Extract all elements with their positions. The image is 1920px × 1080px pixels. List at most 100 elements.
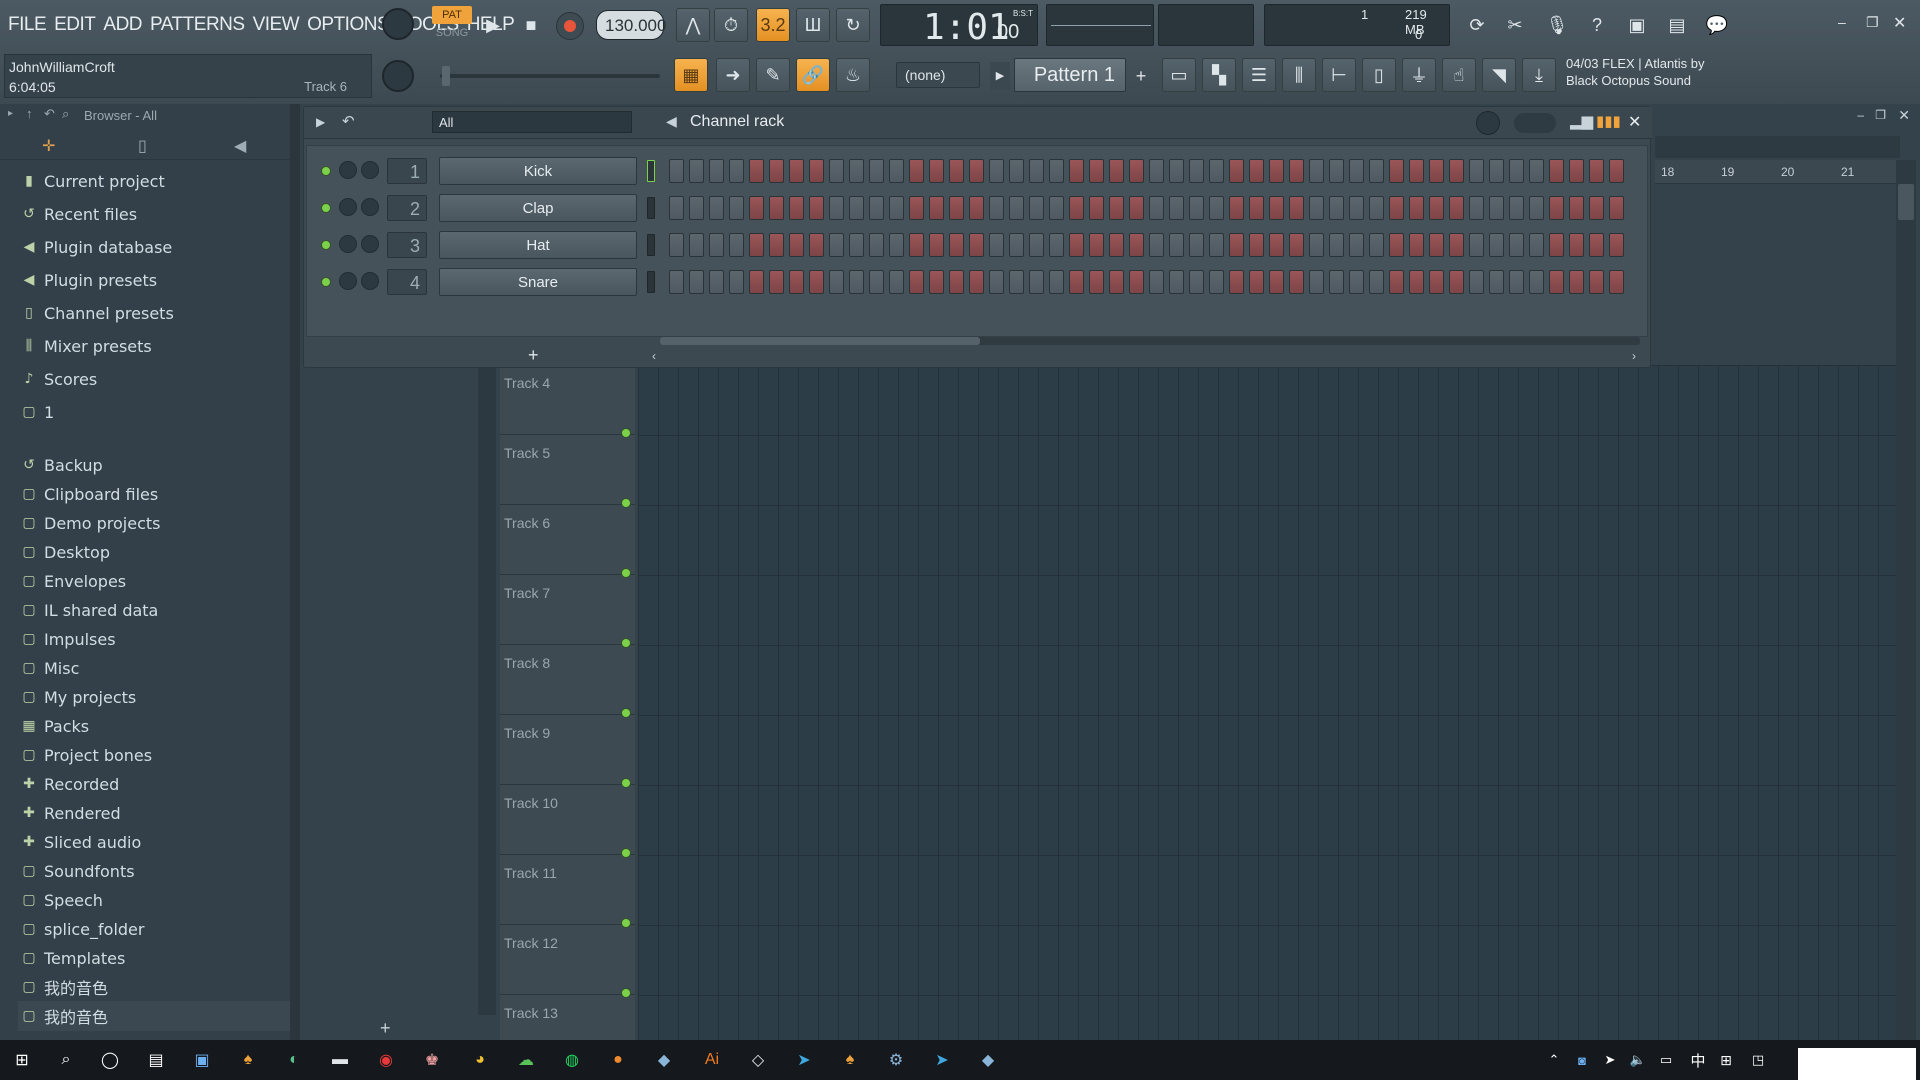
browser-item[interactable]: ▢ Desktop <box>18 537 290 567</box>
metronome-button[interactable]: ⋀ <box>676 8 710 42</box>
wechat-icon[interactable]: ☁ <box>514 1048 538 1072</box>
volume-icon[interactable]: 🔈 <box>1626 1048 1650 1072</box>
plugin-picker-button[interactable]: ⏚ <box>1402 58 1436 92</box>
step-button[interactable] <box>1309 233 1324 257</box>
step-button[interactable] <box>1489 233 1504 257</box>
step-button[interactable] <box>1189 159 1204 183</box>
step-button[interactable] <box>1549 233 1564 257</box>
menu-view[interactable]: VIEW <box>249 14 304 36</box>
step-button[interactable] <box>1549 159 1564 183</box>
playlist-divider[interactable] <box>478 365 496 1015</box>
playlist-track-header[interactable]: Track 9 <box>500 708 635 785</box>
step-button[interactable] <box>1309 270 1324 294</box>
menu-add[interactable]: ADD <box>99 14 146 36</box>
wait-input-button[interactable]: ⏱ <box>714 8 748 42</box>
news-panel[interactable]: 04/03 FLEX | Atlantis by Black Octopus S… <box>1566 56 1772 96</box>
step-button[interactable] <box>1089 159 1104 183</box>
minimize-icon[interactable]: – <box>1838 14 1846 30</box>
channel-pan-knob[interactable] <box>339 161 357 179</box>
browser-item[interactable]: ✚ Recorded <box>18 769 290 799</box>
step-button[interactable] <box>1289 196 1304 220</box>
step-button[interactable] <box>1129 196 1144 220</box>
step-button[interactable] <box>1229 196 1244 220</box>
task-view-icon[interactable]: ▤ <box>144 1048 168 1072</box>
step-button[interactable] <box>1549 196 1564 220</box>
step-button[interactable] <box>929 270 944 294</box>
channel-mixer-track[interactable]: 3 <box>387 232 427 258</box>
step-button[interactable] <box>1149 196 1164 220</box>
channel-pan-knob[interactable] <box>339 272 357 290</box>
step-button[interactable] <box>989 270 1004 294</box>
step-button[interactable] <box>1369 196 1384 220</box>
step-button[interactable] <box>969 159 984 183</box>
browser-item[interactable]: ▢ 1 <box>18 397 290 427</box>
step-button[interactable] <box>1169 159 1184 183</box>
browser-item[interactable]: ▢ Project bones <box>18 740 290 770</box>
step-button[interactable] <box>1269 196 1284 220</box>
channel-name-button[interactable]: Kick <box>439 157 637 185</box>
step-button[interactable] <box>1209 159 1224 183</box>
step-button[interactable] <box>1609 159 1624 183</box>
step-button[interactable] <box>669 233 684 257</box>
channel-select-indicator[interactable] <box>647 234 655 256</box>
step-button[interactable] <box>689 159 704 183</box>
step-button[interactable] <box>1329 196 1344 220</box>
playlist-min-icon[interactable]: – <box>1857 108 1864 122</box>
step-button[interactable] <box>1429 159 1444 183</box>
channel-mute-led[interactable] <box>321 203 331 213</box>
browser-item[interactable]: ↺ Backup <box>18 450 290 480</box>
step-button[interactable] <box>889 159 904 183</box>
spotify-icon[interactable]: ◍ <box>560 1048 584 1072</box>
step-button[interactable] <box>829 270 844 294</box>
step-button[interactable] <box>769 270 784 294</box>
step-button[interactable] <box>909 159 924 183</box>
step-button[interactable] <box>709 270 724 294</box>
battery-icon[interactable]: ▭ <box>1654 1048 1678 1072</box>
step-button[interactable] <box>1189 233 1204 257</box>
step-button[interactable] <box>729 270 744 294</box>
step-button[interactable] <box>1349 196 1364 220</box>
browser-item[interactable]: ↺ Recent files <box>18 199 290 229</box>
step-button[interactable] <box>1609 233 1624 257</box>
keyboard-icon[interactable]: ⊞ <box>1714 1048 1738 1072</box>
playlist-button[interactable]: ▦ <box>674 58 708 92</box>
up-icon[interactable]: ↑ <box>26 106 33 121</box>
save-button[interactable]: ▣ <box>1620 8 1654 42</box>
step-button[interactable] <box>1249 233 1264 257</box>
step-button[interactable] <box>1589 196 1604 220</box>
step-button[interactable] <box>1189 270 1204 294</box>
windows-start-icon[interactable]: ⊞ <box>10 1048 34 1072</box>
step-button[interactable] <box>729 233 744 257</box>
play-button[interactable]: ▶ <box>476 8 510 42</box>
step-button[interactable] <box>1569 196 1584 220</box>
browser-item[interactable]: ▯ Channel presets <box>18 298 290 328</box>
track-mute-led[interactable] <box>621 988 631 998</box>
rack-h-scrollbar[interactable] <box>660 337 1640 345</box>
step-button[interactable] <box>1029 196 1044 220</box>
step-button[interactable] <box>769 233 784 257</box>
step-button[interactable] <box>749 159 764 183</box>
step-button[interactable] <box>669 270 684 294</box>
step-button[interactable] <box>1509 270 1524 294</box>
pitch-knob[interactable] <box>382 60 414 92</box>
rack-scroll-thumb[interactable] <box>660 337 980 345</box>
playlist-close-icon[interactable]: ✕ <box>1898 107 1910 124</box>
step-button[interactable] <box>1069 233 1084 257</box>
step-button[interactable] <box>1389 196 1404 220</box>
live-icon[interactable]: ▬ <box>328 1048 352 1072</box>
step-button[interactable] <box>1569 233 1584 257</box>
pattern-selector[interactable]: Pattern 1 <box>1014 58 1126 92</box>
channel-pan-knob[interactable] <box>339 198 357 216</box>
step-button[interactable] <box>789 233 804 257</box>
step-button[interactable] <box>1509 196 1524 220</box>
store-icon[interactable]: ▣ <box>190 1048 214 1072</box>
browser-item[interactable]: ▢ Impulses <box>18 624 290 654</box>
close-icon[interactable]: ✕ <box>1893 13 1906 33</box>
menu-file[interactable]: FILE <box>4 14 50 36</box>
speaker-button[interactable]: ◥ <box>1482 58 1516 92</box>
step-button[interactable] <box>709 233 724 257</box>
step-button[interactable] <box>829 233 844 257</box>
swing-knob[interactable] <box>1476 111 1500 135</box>
channel-name-button[interactable]: Hat <box>439 231 637 259</box>
browser-orange-icon[interactable]: ● <box>606 1048 630 1072</box>
